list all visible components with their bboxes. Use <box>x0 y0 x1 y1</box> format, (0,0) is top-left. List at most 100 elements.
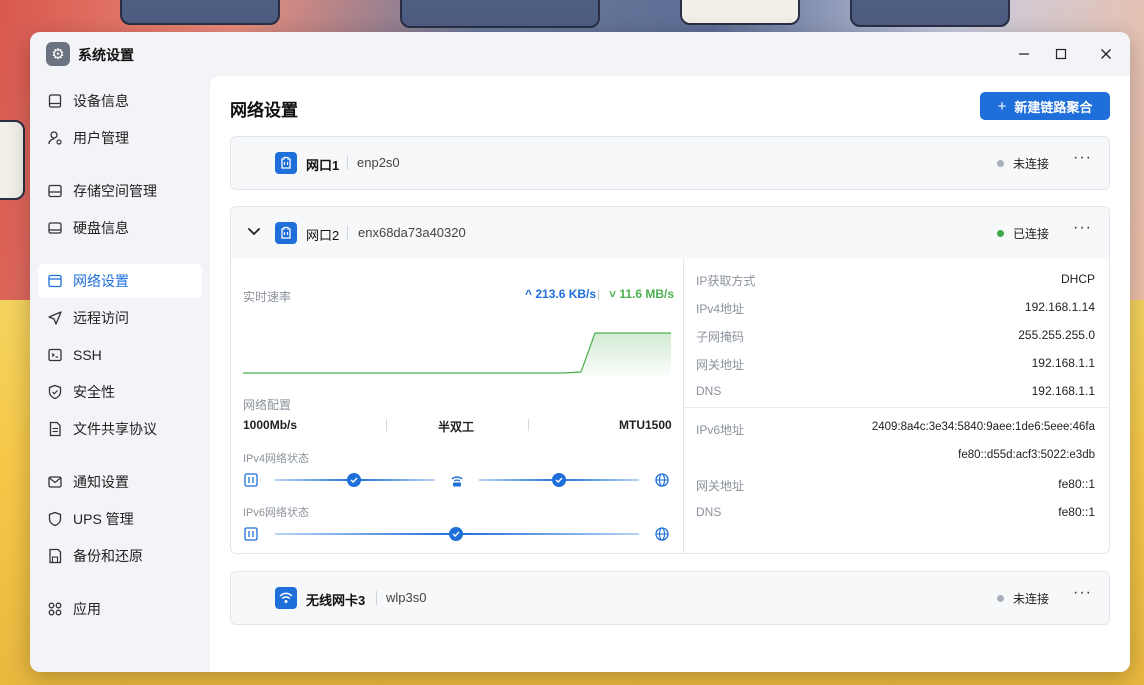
ethernet-port-icon <box>275 222 297 244</box>
more-options-button[interactable]: ··· <box>1073 149 1092 167</box>
interface-name: 无线网卡3 <box>306 593 366 608</box>
sidebar-item-ups[interactable]: UPS 管理 <box>38 502 202 536</box>
globe-icon <box>655 473 669 487</box>
window-title: 系统设置 <box>78 47 134 63</box>
close-icon <box>1101 49 1111 59</box>
ipv6-dns-label: DNS <box>696 505 722 519</box>
minimize-button[interactable] <box>1010 40 1038 68</box>
divider <box>347 226 348 240</box>
dns-label: DNS <box>696 384 722 398</box>
sidebar-item-label: 存储空间管理 <box>73 183 157 199</box>
sidebar: 设备信息 用户管理 存储空间管理 硬盘信息 网络设置 远程访问 SSH 安全性 <box>30 76 210 672</box>
ipv6-link-local-value: fe80::d55d:acf3:5022:e3db <box>958 449 1095 461</box>
wifi-icon <box>275 587 297 609</box>
close-button[interactable] <box>1092 40 1120 68</box>
router-icon <box>451 476 463 487</box>
maximize-button[interactable] <box>1047 40 1075 68</box>
interface-card-wifi3[interactable]: 无线网卡3 wlp3s0 未连接 ··· <box>230 571 1110 625</box>
status-dot <box>997 160 1004 167</box>
sidebar-item-label: 远程访问 <box>73 310 129 326</box>
new-link-aggregation-button[interactable]: + 新建链路聚合 <box>980 92 1110 120</box>
sidebar-item-storage[interactable]: 存储空间管理 <box>38 174 202 208</box>
sidebar-item-label: 网络设置 <box>73 273 129 289</box>
plus-icon: + <box>997 97 1007 115</box>
interface-device: enp2s0 <box>357 155 400 170</box>
terminal-icon <box>47 347 63 363</box>
divider <box>376 591 377 605</box>
sidebar-item-label: 安全性 <box>73 384 115 400</box>
main-panel: 网络设置 + 新建链路聚合 网口1 enp2s0 未连接 ··· 网口2 enx… <box>210 76 1130 672</box>
interface-header[interactable]: 无线网卡3 wlp3s0 未连接 ··· <box>231 572 1109 624</box>
sidebar-item-label: 设备信息 <box>73 93 129 109</box>
sidebar-item-label: 用户管理 <box>73 130 129 146</box>
speed-chart <box>243 332 671 375</box>
status-text: 未连接 <box>1013 592 1050 606</box>
download-arrow-icon: ˅ <box>609 287 617 301</box>
sidebar-item-label: 硬盘信息 <box>73 220 129 236</box>
sidebar-item-network[interactable]: 网络设置 <box>38 264 202 298</box>
download-speed-value: 11.6 MB/s <box>619 287 675 301</box>
globe-icon <box>655 527 669 541</box>
realtime-speed-label: 实时速率 <box>243 290 292 304</box>
ups-icon <box>47 511 63 527</box>
divider <box>684 407 1110 408</box>
mtu-value: MTU1500 <box>619 418 672 432</box>
send-icon <box>47 310 63 326</box>
interface-header[interactable]: 网口2 enx68da73a40320 已连接 ··· <box>231 207 1109 259</box>
status-badge: 未连接 <box>997 590 1049 607</box>
ipv6-gateway-label: 网关地址 <box>696 479 745 493</box>
ipv6-status-label: IPv6网络状态 <box>243 507 310 519</box>
user-icon <box>47 130 63 146</box>
divider <box>386 419 387 431</box>
ipv4-address-value: 192.168.1.14 <box>1024 300 1095 314</box>
sidebar-item-file-sharing[interactable]: 文件共享协议 <box>38 412 202 446</box>
ipv6-dns-value: fe80::1 <box>1058 505 1095 519</box>
status-badge: 未连接 <box>997 155 1049 172</box>
ipv6-address-label: IPv6地址 <box>696 423 745 437</box>
sidebar-item-security[interactable]: 安全性 <box>38 375 202 409</box>
interface-device: enx68da73a40320 <box>358 225 466 240</box>
sidebar-item-label: 备份和还原 <box>73 548 143 564</box>
ip-method-label: IP获取方式 <box>696 274 756 288</box>
sidebar-item-backup[interactable]: 备份和还原 <box>38 539 202 573</box>
check-icon <box>449 527 463 541</box>
apps-icon <box>47 601 63 617</box>
sidebar-item-disk-info[interactable]: 硬盘信息 <box>38 211 202 245</box>
divider <box>528 419 529 431</box>
button-label: 新建链路聚合 <box>1014 99 1093 115</box>
chevron-down-icon[interactable] <box>245 222 263 240</box>
more-options-button[interactable]: ··· <box>1073 219 1092 237</box>
title-bar: ⚙ 系统设置 <box>30 32 1130 76</box>
sidebar-item-apps[interactable]: 应用 <box>38 592 202 626</box>
ethernet-port-icon <box>275 152 297 174</box>
sidebar-item-user-management[interactable]: 用户管理 <box>38 121 202 155</box>
interface-card-port2: 网口2 enx68da73a40320 已连接 ··· 实时速率 ^ 213.6… <box>230 206 1110 554</box>
shield-icon <box>47 384 63 400</box>
sidebar-item-remote-access[interactable]: 远程访问 <box>38 301 202 335</box>
interface-card-port1[interactable]: 网口1 enp2s0 未连接 ··· <box>230 136 1110 190</box>
status-badge: 已连接 <box>997 225 1049 242</box>
gateway-value: 192.168.1.1 <box>1031 356 1095 370</box>
device-icon <box>47 93 63 109</box>
interface-name: 网口2 <box>306 228 340 243</box>
interface-header[interactable]: 网口1 enp2s0 未连接 ··· <box>231 137 1109 189</box>
sidebar-item-notifications[interactable]: 通知设置 <box>38 465 202 499</box>
interface-name: 网口1 <box>306 158 340 173</box>
sidebar-item-label: 文件共享协议 <box>73 421 157 437</box>
check-icon <box>347 473 361 487</box>
divider <box>347 156 348 170</box>
sidebar-item-ssh[interactable]: SSH <box>38 338 202 372</box>
sidebar-item-label: SSH <box>73 347 102 363</box>
subnet-mask-label: 子网掩码 <box>696 330 745 344</box>
sidebar-item-device-info[interactable]: 设备信息 <box>38 84 202 118</box>
status-dot <box>997 595 1004 602</box>
ipv6-gateway-value: fe80::1 <box>1058 477 1095 491</box>
backup-icon <box>47 548 63 564</box>
more-options-button[interactable]: ··· <box>1073 584 1092 602</box>
ethernet-port-small-icon <box>244 527 258 541</box>
duplex-mode: 半双工 <box>438 420 475 434</box>
settings-window: ⚙ 系统设置 设备信息 用户管理 存储空间管理 硬盘信息 网络设置 远程访问 S… <box>30 32 1130 672</box>
gateway-label: 网关地址 <box>696 358 745 372</box>
ipv6-address-value: 2409:8a4c:3e34:5840:9aee:1de6:5eee:46fa <box>871 421 1095 433</box>
ip-method-value: DHCP <box>1060 272 1095 286</box>
